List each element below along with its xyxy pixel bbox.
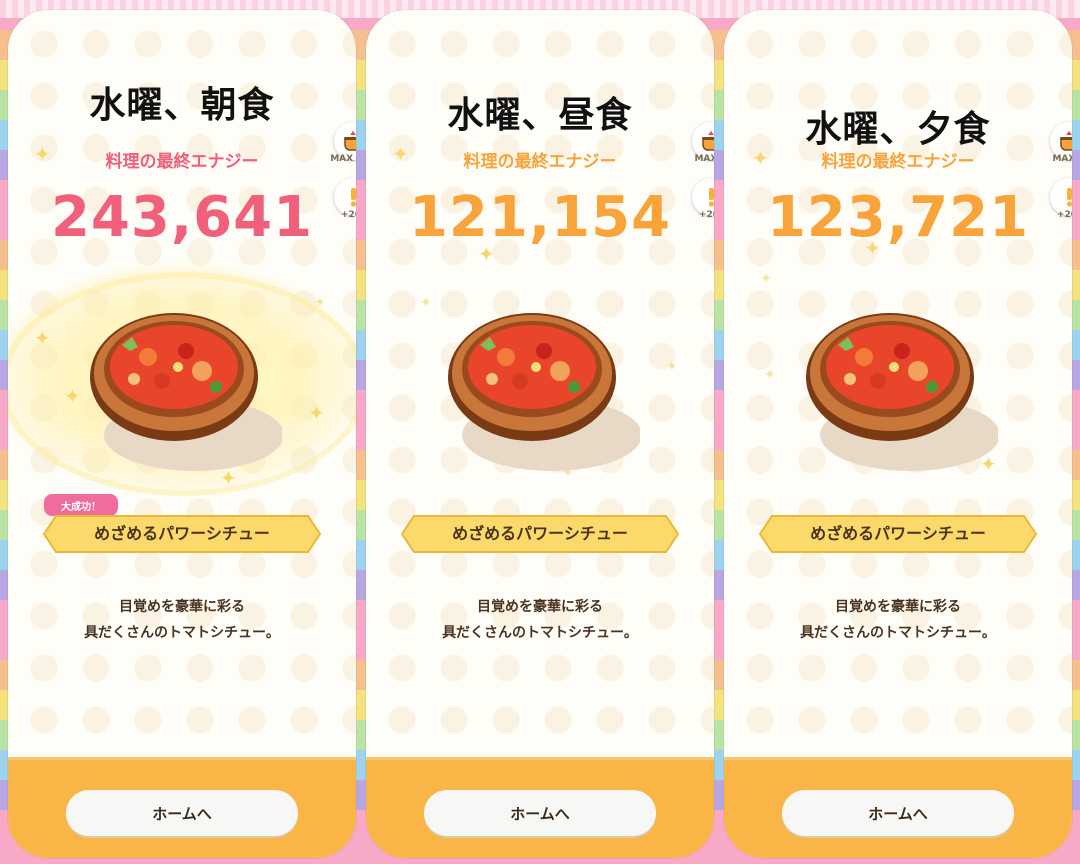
sparkle-icon: ✦ [34,326,51,350]
dish-name: めざめるパワーシチュー [810,524,986,543]
energy-label: 料理の最終エナジー [821,152,975,172]
sparkle-icon: ✦ [864,236,881,260]
stew-bowl-icon [806,313,998,471]
great-success-badge: 大成功！ [44,494,118,516]
energy-label: 料理の最終エナジー [105,152,259,172]
meal-title: 水曜、朝食 [89,85,275,126]
sparkle-icon: ✦ [666,359,678,375]
result-panel-lunch: 水曜、昼食 MAX + +20% 料理の最終エナジー 121,154 ✦ ✦ ✦… [366,10,714,858]
stew-bowl-icon [90,313,282,471]
dish-name: めざめるパワーシチュー [94,524,270,543]
sparkle-icon: ✦ [392,142,409,166]
meal-title: 水曜、昼食 [447,95,633,136]
meal-title: 水曜、夕食 [805,109,991,150]
dish-description-line1: 目覚めを豪華に彩る [835,599,961,615]
result-panel-dinner: 水曜、夕食 MAX + +20% 料理の最終エナジー 123,721 ✦ ✦ ✦… [724,10,1072,858]
dish-description-line1: 目覚めを豪華に彩る [119,599,245,615]
sparkle-icon: ✦ [478,242,495,266]
energy-value: 243,641 [50,185,314,250]
sparkle-icon: ✦ [764,367,776,383]
result-panel-breakfast: 水曜、朝食 MAX +3 +20% 料理の最終エナジー 243,641 ✦ ✦ … [8,10,356,858]
sparkle-icon: ✦ [34,142,51,166]
dish-name: めざめるパワーシチュー [452,524,628,543]
dish-description-line2: 具だくさんのトマトシチュー。 [84,625,280,641]
footer-bar: ホームへ [724,757,1072,858]
stew-bowl-icon [448,313,640,471]
energy-value: 121,154 [408,185,672,250]
dish-name-banner: めざめるパワーシチュー [400,514,680,554]
energy-label: 料理の最終エナジー [463,152,617,172]
sparkle-icon: ✦ [64,384,81,408]
home-button[interactable]: ホームへ [424,790,656,836]
dish-description-line2: 具だくさんのトマトシチュー。 [800,625,996,641]
sparkle-icon: ✦ [760,271,772,287]
sparkle-icon: ✦ [420,295,432,311]
energy-value: 123,721 [766,185,1030,250]
dish-description-line2: 具だくさんのトマトシチュー。 [442,625,638,641]
sparkle-icon: ✦ [752,146,769,170]
dish-name-banner: めざめるパワーシチュー [758,514,1038,554]
dish-name-banner: めざめるパワーシチュー [42,514,322,554]
footer-bar: ホームへ [8,757,356,858]
sparkle-icon: ✦ [314,295,326,311]
footer-bar: ホームへ [366,757,714,858]
dish-description-line1: 目覚めを豪華に彩る [477,599,603,615]
home-button[interactable]: ホームへ [782,790,1014,836]
sparkle-icon: ✦ [308,401,325,425]
home-button[interactable]: ホームへ [66,790,298,836]
